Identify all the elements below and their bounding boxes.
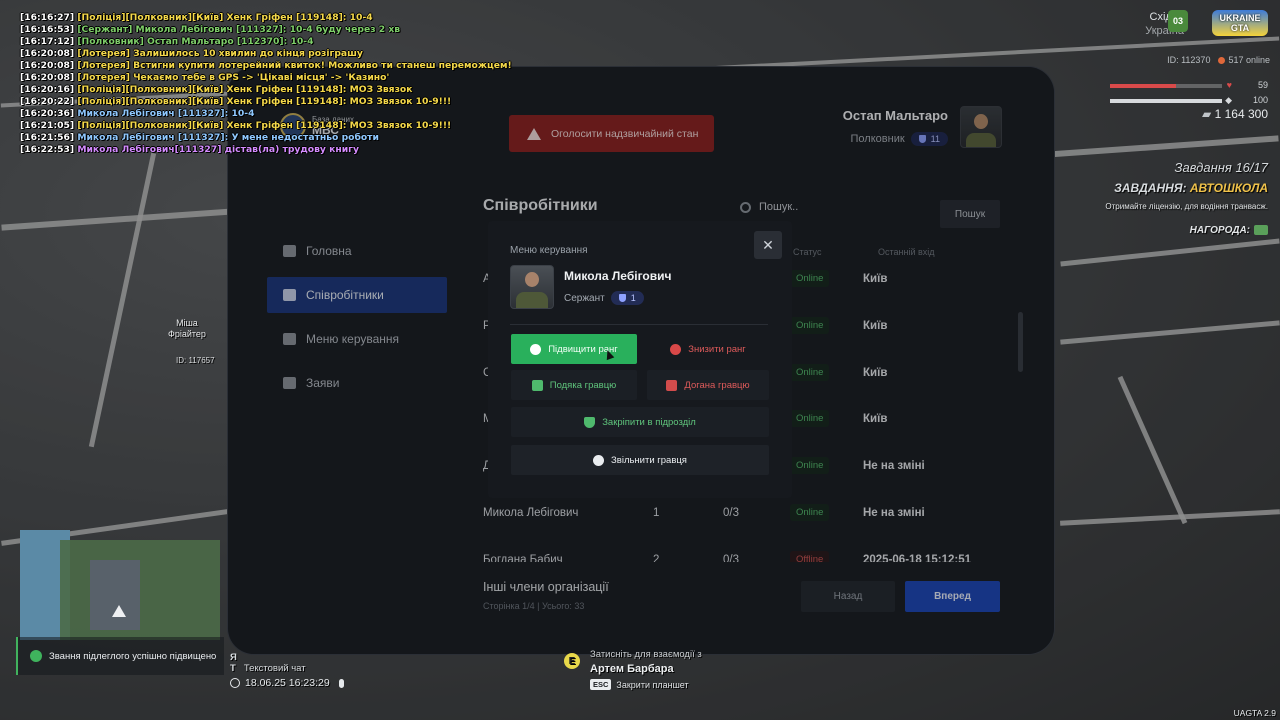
arrow-up-icon [530,343,542,355]
armor-icon: ◆ [1225,95,1232,105]
task-reward: НАГОРОДА: [1190,225,1268,236]
check-icon [30,650,42,662]
chat-line: [16:20:16] [Поліція][Полковник][Київ] Хе… [20,84,413,95]
armor-bar [1110,99,1222,103]
shield-plus-icon [584,416,596,428]
chat-line: [16:20:36] Микола Лебігович [111327]: 10… [20,108,255,119]
reward-money-icon [1254,225,1268,236]
minimap [0,530,230,640]
microphone-icon [338,678,344,688]
clock-icon [230,678,240,688]
money-display: ▰ 1 164 300 [1202,107,1268,121]
close-icon[interactable]: ✕ [754,231,782,259]
money-icon: ▰ [1202,107,1215,121]
arrow-down-icon [670,343,682,355]
esc-key-icon: ESC [590,679,612,690]
assign-unit-button[interactable]: Закріпити в підрозділ [511,407,769,437]
reprimand-button[interactable]: Догана гравцю [647,370,769,400]
chat-line: [16:16:27] [Поліція][Полковник][Київ] Хе… [20,12,373,23]
chat-line: [16:20:08] [Лотерея] Залишилось 10 хвили… [20,48,363,59]
health-bar [1110,84,1222,88]
control-menu-modal: Меню керування ✕ Микола Лебігович Сержан… [488,221,792,498]
promote-button[interactable]: Підвищити ранг [511,334,637,364]
chat-line: [16:22:53] Микола Лебігович[111327] діст… [20,144,359,155]
task-progress: Завдання 16/17 [1174,160,1268,175]
user-remove-icon [593,454,605,466]
thanks-button[interactable]: Подяка гравцю [511,370,637,400]
player-arrow-icon [112,605,126,617]
player-id-line: ID: 112370 517 online [1167,55,1270,65]
armor-value: 100 [1252,95,1268,105]
hud: Східна Україна 03 UKRAINE GTA ID: 112370… [1040,0,1280,260]
chat-log: [16:16:27] [Поліція][Полковник][Київ] Хе… [20,12,512,156]
text-chat-hint: Я T Текстовий чат [230,652,306,674]
thumbs-down-icon [666,379,678,391]
chat-line: [16:20:08] [Лотерея] Встигни купити лоте… [20,60,512,71]
modal-title: Меню керування [510,245,588,256]
heart-icon: ♥ [1226,80,1232,90]
chat-line: [16:21:05] [Поліція][Полковник][Київ] Хе… [20,120,452,131]
chat-line: [16:17:12] [Полковник] Остап Мальтаро [1… [20,36,314,47]
interaction-target: Артем Барбара [590,663,674,675]
divider [510,324,768,325]
e-key-icon: E [564,653,580,669]
shield-icon [618,294,626,302]
server-logo: UKRAINE GTA [1212,10,1268,36]
rank-badge: 1 [610,291,644,305]
chat-line: [16:16:53] [Сержант] Микола Лебігович [1… [20,24,401,35]
success-notification: Звання підлеглого успішно підвищено [16,637,224,675]
npc-id-label: ID: 117657 [176,356,215,365]
chat-line: [16:21:56] Микола Лебігович [111327]: У … [20,132,379,143]
task-heading: ЗАВДАННЯ: АВТОШКОЛА [1114,181,1268,195]
region-badge: 03 [1168,10,1188,32]
health-value: 59 [1257,80,1268,90]
task-description: Отримайте ліцензію, для водіння транвасж… [1105,202,1268,211]
employee-name: Микола Лебігович [564,269,672,283]
fire-button[interactable]: Звільнити гравця [511,445,769,475]
chat-line: [16:20:08] [Лотерея] Чекаємо тебе в GPS … [20,72,390,83]
online-icon [1218,57,1226,65]
employee-avatar [510,265,554,309]
npc-name-label: Міша Фріайтер [168,318,206,339]
datetime: 18.06.25 16:23:29 [230,677,344,689]
version-label: UAGTA 2.9 [1233,708,1276,718]
thumbs-up-icon [531,379,543,391]
demote-button[interactable]: Знизити ранг [647,334,769,364]
employee-rank: Сержант 1 [564,291,644,305]
chat-line: [16:20:22] [Поліція][Полковник][Київ] Хе… [20,96,452,107]
